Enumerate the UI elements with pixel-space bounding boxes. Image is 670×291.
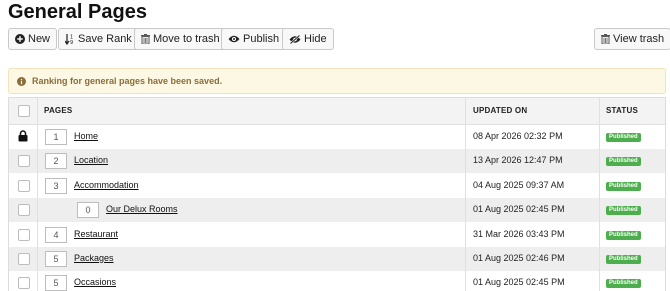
move-to-trash-label: Move to trash [153, 33, 220, 45]
updated-date: 13 Apr 2026 12:47 PM [473, 155, 563, 166]
svg-text:9: 9 [70, 40, 73, 45]
sort-numeric-icon: 19 [65, 33, 75, 45]
trash-icon [601, 34, 610, 44]
rank-input[interactable]: 4 [45, 226, 67, 243]
rank-input[interactable]: 3 [45, 177, 67, 194]
row-checkbox[interactable] [18, 253, 30, 265]
row-checkbox[interactable] [18, 179, 30, 192]
header-status: STATUS [606, 106, 639, 115]
table-row[interactable]: 5 Packages 01 Aug 2025 02:46 PM Published [9, 247, 665, 271]
hide-label: Hide [304, 33, 327, 45]
success-alert: Ranking for general pages have been save… [8, 68, 666, 94]
page-link[interactable]: Our Delux Rooms [106, 204, 178, 214]
eye-icon [228, 35, 240, 43]
updated-date: 04 Aug 2025 09:37 AM [473, 179, 565, 190]
status-badge: Published [606, 255, 641, 264]
select-all-checkbox[interactable] [18, 105, 30, 117]
updated-date: 08 Apr 2026 02:32 PM [473, 131, 563, 141]
table-row[interactable]: 1 Home 08 Apr 2026 02:32 PM Published [9, 125, 665, 149]
page-link[interactable]: Occasions [74, 277, 116, 287]
publish-button[interactable]: Publish [221, 28, 287, 50]
save-rank-button[interactable]: 19 Save Rank [58, 28, 139, 50]
publish-label: Publish [243, 33, 280, 45]
pages-table: PAGES UPDATED ON STATUS 1 Home 08 Apr 2026… [8, 97, 666, 291]
rank-input[interactable]: 2 [45, 153, 67, 170]
header-pages: PAGES [44, 106, 73, 115]
rank-input[interactable]: 5 [45, 251, 67, 267]
table-row[interactable]: 4 Restaurant 31 Mar 2026 03:43 PM Published [9, 223, 665, 247]
column-divider [599, 98, 600, 291]
status-badge: Published [606, 230, 641, 240]
table-row[interactable]: 0 Our Delux Rooms 01 Aug 2025 02:45 PM Publ… [9, 198, 665, 223]
eye-slash-icon [289, 34, 301, 44]
rank-input[interactable]: 5 [45, 275, 67, 291]
hide-button[interactable]: Hide [282, 28, 334, 50]
updated-date: 01 Aug 2025 02:45 PM [473, 277, 565, 288]
table-header: PAGES UPDATED ON STATUS [9, 98, 665, 125]
view-trash-button[interactable]: View trash [594, 28, 670, 50]
column-divider [37, 98, 38, 291]
table-row[interactable]: 2 Location 13 Apr 2026 12:47 PM Published [9, 149, 665, 174]
move-to-trash-button[interactable]: Move to trash [134, 28, 227, 50]
rank-input[interactable]: 1 [45, 129, 67, 145]
page-link[interactable]: Home [74, 131, 98, 141]
status-badge: Published [606, 181, 641, 191]
status-badge: Published [606, 133, 641, 142]
column-divider [465, 98, 466, 291]
trash-icon [141, 34, 150, 44]
page-link[interactable]: Restaurant [74, 229, 118, 239]
plus-circle-icon [15, 34, 25, 44]
alert-message: Ranking for general pages have been save… [32, 76, 223, 86]
page-title: General Pages [8, 1, 147, 23]
info-icon [17, 76, 26, 86]
table-row[interactable]: 3 Accommodation 04 Aug 2025 09:37 AM Publis… [9, 174, 665, 198]
updated-date: 31 Mar 2026 03:43 PM [473, 228, 565, 239]
row-checkbox[interactable] [18, 204, 30, 217]
page-link[interactable]: Packages [74, 253, 114, 263]
row-checkbox[interactable] [18, 277, 30, 290]
save-rank-label: Save Rank [78, 33, 132, 45]
header-updated-on: UPDATED ON [473, 106, 528, 115]
status-badge: Published [606, 206, 641, 216]
row-checkbox[interactable] [18, 155, 30, 168]
status-badge: Published [606, 279, 641, 289]
updated-date: 01 Aug 2025 02:46 PM [473, 253, 565, 263]
rank-input[interactable]: 0 [77, 202, 99, 219]
page-link[interactable]: Accommodation [74, 180, 139, 190]
status-badge: Published [606, 157, 641, 167]
updated-date: 01 Aug 2025 02:45 PM [473, 204, 565, 215]
view-trash-label: View trash [613, 33, 665, 45]
table-row[interactable]: 5 Occasions 01 Aug 2025 02:45 PM Published [9, 271, 665, 291]
new-button[interactable]: New [8, 28, 58, 50]
lock-icon [18, 130, 28, 142]
new-button-label: New [28, 33, 51, 45]
row-checkbox[interactable] [18, 228, 30, 241]
page-link[interactable]: Location [74, 155, 108, 165]
